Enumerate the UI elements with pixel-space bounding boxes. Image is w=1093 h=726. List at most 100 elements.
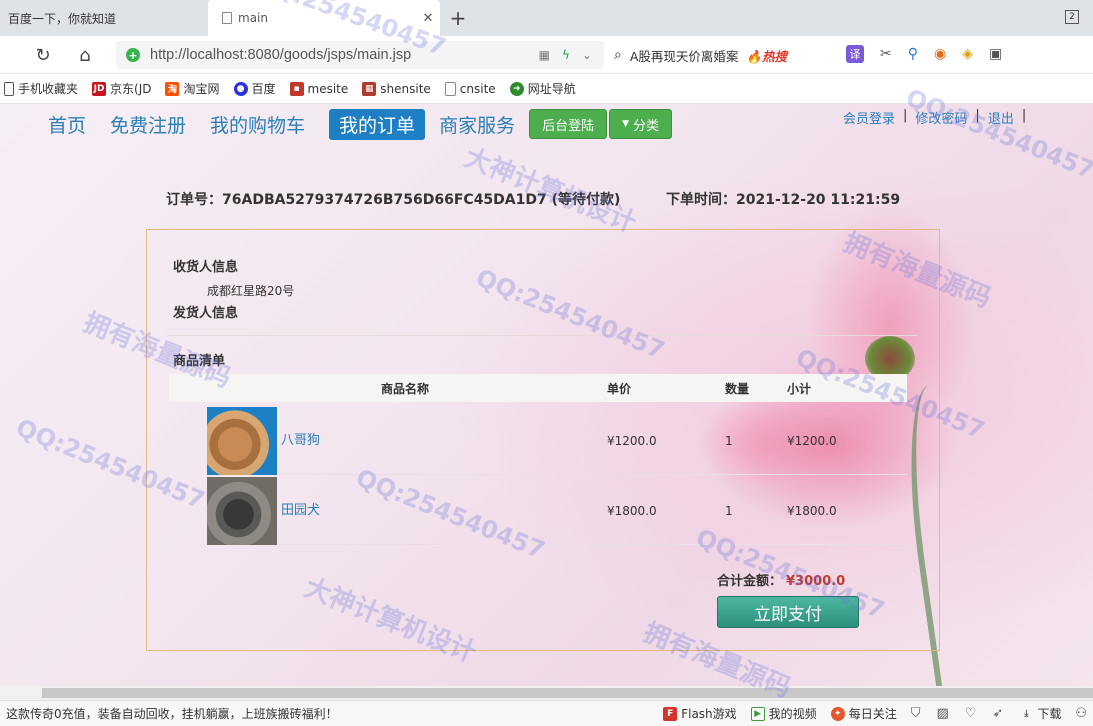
product-subtotal: ¥1200.0: [787, 434, 837, 448]
horizontal-scrollbar[interactable]: [0, 686, 1093, 700]
video-label: 我的视频: [768, 707, 817, 721]
order-number: 订单号：76ADBA5279374726B756D66FC45DA1D7 (等待…: [166, 189, 620, 209]
col-price: 单价: [607, 381, 632, 396]
download-label: 下载: [1037, 707, 1062, 721]
col-subtotal: 小计: [787, 381, 812, 396]
scrollbar-thumb[interactable]: [42, 688, 1093, 698]
product-image[interactable]: [207, 407, 277, 475]
close-icon[interactable]: ✕: [416, 11, 440, 26]
product-subtotal: ¥1800.0: [787, 504, 837, 518]
bookmark-label: shensite: [380, 81, 431, 96]
url-text[interactable]: http://localhost:8080/goods/jsps/main.js…: [150, 47, 539, 63]
product-image[interactable]: [207, 477, 277, 545]
bookmark-shensite[interactable]: ▦ shensite: [362, 81, 431, 96]
my-video-link[interactable]: ▶ 我的视频: [750, 705, 817, 722]
address-toolbar: ↻ ⌂ + http://localhost:8080/goods/jsps/m…: [0, 36, 1093, 74]
bookmark-label: 网址导航: [527, 82, 576, 96]
coin-icon[interactable]: ◈: [962, 44, 973, 64]
page-icon: [444, 81, 456, 96]
flash-games-link[interactable]: F Flash游戏: [663, 705, 737, 722]
separator: |: [903, 108, 908, 123]
bookmark-jd[interactable]: JD 京东(JD: [92, 80, 151, 97]
receiver-info-title: 收货人信息: [173, 260, 239, 275]
product-qty: 1: [725, 504, 733, 518]
nav-cart-link[interactable]: 我的购物车: [210, 111, 305, 138]
mesite-icon: ▪: [289, 81, 304, 96]
ad-text-link[interactable]: 这款传奇0充值，装备自动回收，挂机躺赢，上班族搬砖福利！: [6, 705, 663, 722]
extensions-icon[interactable]: ▣: [989, 44, 1002, 64]
tab-title: 百度一下，你就知道: [8, 11, 117, 26]
receiver-address: 成都红星路20号: [207, 284, 295, 298]
rocket-icon[interactable]: ➶: [992, 706, 1003, 721]
scissors-icon[interactable]: ✂: [880, 44, 892, 64]
heart-icon[interactable]: ♡: [965, 706, 977, 721]
bookmark-label: mesite: [307, 81, 349, 96]
shield-icon[interactable]: ⛉: [911, 706, 921, 721]
order-status: (等待付款): [551, 192, 621, 208]
bookmark-label: 手机收藏夹: [18, 82, 79, 96]
shensite-icon: ▦: [362, 81, 377, 96]
image-icon[interactable]: ▨: [936, 706, 948, 721]
bookmark-cnsite[interactable]: cnsite: [444, 81, 496, 96]
nav-orders-link[interactable]: 我的订单: [329, 108, 426, 140]
download-link[interactable]: ⤓ 下载: [1019, 705, 1061, 722]
admin-login-button[interactable]: 后台登陆: [529, 109, 608, 139]
jd-icon: JD: [92, 81, 107, 96]
chevron-down-icon[interactable]: ⌄: [582, 48, 592, 62]
tab-title: main: [238, 11, 268, 25]
bookmark-mobile[interactable]: 手机收藏夹: [4, 80, 78, 97]
table-row: 田园犬 ¥1800.0 1 ¥1800.0: [207, 477, 907, 545]
bookmark-baidu[interactable]: ● 百度: [233, 80, 276, 97]
nav-merchant-link[interactable]: 商家服务: [439, 111, 515, 138]
total-label: 合计金额：: [717, 574, 783, 589]
lightning-icon[interactable]: ϟ: [562, 48, 570, 62]
bookmark-label: 百度: [251, 82, 276, 96]
product-name-link[interactable]: 八哥狗: [281, 429, 320, 448]
magnifier-icon[interactable]: ⚲: [908, 44, 918, 64]
order-time-label: 下单时间：: [666, 192, 736, 208]
bookmarks-bar: 手机收藏夹 JD 京东(JD 淘 淘宝网 ● 百度 ▪ mesite ▦ she…: [0, 74, 1093, 104]
search-box[interactable]: ⌕ A股再现天价离婚案 🔥热搜: [614, 41, 826, 69]
video-icon: ▶: [750, 706, 765, 721]
nav-home-link[interactable]: 首页: [48, 111, 86, 138]
divider: [167, 335, 917, 336]
bookmark-taobao[interactable]: 淘 淘宝网: [165, 80, 220, 97]
member-login-link[interactable]: 会员登录: [843, 108, 895, 127]
change-password-link[interactable]: 修改密码: [915, 108, 967, 127]
game-controller-icon[interactable]: ⚇: [1075, 706, 1087, 721]
logout-link[interactable]: 退出: [988, 108, 1014, 127]
product-name-link[interactable]: 田园犬: [281, 499, 320, 518]
baidu-icon: ●: [233, 81, 248, 96]
new-tab-icon[interactable]: +: [446, 6, 470, 30]
product-price: ¥1200.0: [607, 434, 657, 448]
taobao-icon: 淘: [165, 81, 180, 96]
translate-icon[interactable]: 译: [846, 45, 864, 63]
pay-now-button[interactable]: 立即支付: [717, 596, 859, 628]
tab-count-badge[interactable]: 2: [1065, 10, 1079, 24]
hot-search-badge: 🔥热搜: [746, 48, 787, 64]
order-detail-box: 收货人信息 成都红星路20号 发货人信息 商品清单 商品名称 单价 数量 小计 …: [146, 229, 940, 651]
gamepad-icon[interactable]: ◉: [934, 44, 946, 64]
col-product-name: 商品名称: [381, 381, 430, 396]
category-dropdown-button[interactable]: ▼ 分类: [609, 109, 673, 139]
daily-label: 每日关注: [848, 707, 897, 721]
tab-baidu[interactable]: 百度一下，你就知道: [0, 0, 208, 36]
caret-down-icon: ▼: [622, 119, 630, 129]
user-links: 会员登录 | 修改密码 | 退出 |: [843, 108, 1034, 127]
daily-focus-link[interactable]: ✦ 每日关注: [830, 705, 897, 722]
bookmark-nav[interactable]: ➜ 网址导航: [509, 80, 576, 97]
product-price: ¥1800.0: [607, 504, 657, 518]
product-qty: 1: [725, 434, 733, 448]
reload-icon[interactable]: ↻: [32, 44, 54, 66]
nav-register-link[interactable]: 免费注册: [110, 111, 186, 138]
search-icon: ⌕: [614, 47, 622, 63]
page-icon: [222, 12, 232, 24]
page-content: 首页 免费注册 我的购物车 我的订单 商家服务 后台登陆 ▼ 分类 会员登录 |…: [0, 104, 1093, 686]
search-suggestion[interactable]: A股再现天价离婚案: [630, 46, 739, 65]
tab-main[interactable]: main ✕: [208, 0, 440, 36]
separator: |: [975, 108, 980, 123]
address-bar[interactable]: + http://localhost:8080/goods/jsps/main.…: [116, 41, 604, 69]
home-icon[interactable]: ⌂: [74, 44, 96, 66]
qr-code-icon[interactable]: ▦: [539, 48, 550, 62]
bookmark-mesite[interactable]: ▪ mesite: [289, 81, 349, 96]
